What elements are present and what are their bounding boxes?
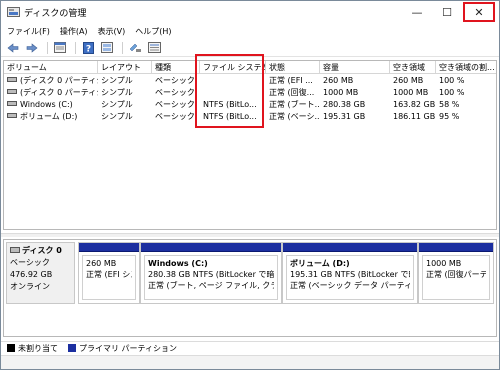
cell-type: ベーシック xyxy=(155,76,195,85)
status-bar xyxy=(1,355,499,369)
legend-swatch-primary xyxy=(68,344,76,352)
refresh-icon[interactable] xyxy=(99,41,115,55)
disk-size: 476.92 GB xyxy=(10,270,53,279)
cell-capacity: 195.31 GB xyxy=(323,112,366,121)
cell-layout: シンプル xyxy=(101,112,133,121)
partition-recovery[interactable]: 1000 MB 正常 (回復パーティ xyxy=(418,242,494,304)
legend: 未割り当て プライマリ パーティション xyxy=(1,341,499,354)
cell-layout: シンプル xyxy=(101,76,133,85)
window-title: ディスクの管理 xyxy=(24,9,87,19)
cell-status: 正常 (ベーシ... xyxy=(269,112,320,121)
partition-status: 正常 (ブート, ページ ファイル, クラッシュ ダ xyxy=(148,281,274,290)
cell-status: 正常 (EFI ... xyxy=(269,76,313,85)
help-icon[interactable]: ? xyxy=(80,41,96,55)
cell-capacity: 280.38 GB xyxy=(323,100,366,109)
column-header-capacity[interactable]: 容量 xyxy=(320,61,390,74)
column-header-volume[interactable]: ボリューム xyxy=(4,61,98,74)
legend-swatch-unallocated xyxy=(7,344,15,352)
cell-free: 186.11 GB xyxy=(393,112,436,121)
disk-icon xyxy=(10,247,20,253)
menu-action[interactable]: 操作(A) xyxy=(60,26,88,37)
legend-label-unallocated: 未割り当て xyxy=(18,343,58,353)
close-button-highlight xyxy=(463,2,495,22)
cell-type: ベーシック xyxy=(155,112,195,121)
cell-capacity: 1000 MB xyxy=(323,88,359,97)
partition-bar xyxy=(283,243,417,252)
cell-capacity: 260 MB xyxy=(323,76,354,85)
volume-icon xyxy=(7,101,17,106)
cell-volume: (ディスク 0 パーティショ... xyxy=(20,88,98,97)
legend-label-primary: プライマリ パーティション xyxy=(79,343,178,353)
cell-volume: ボリューム (D:) xyxy=(20,112,78,121)
column-header-free[interactable]: 空き領域 xyxy=(390,61,436,74)
partition-status: 正常 (回復パーティ xyxy=(426,270,486,279)
properties-icon[interactable] xyxy=(52,41,68,55)
svg-text:?: ? xyxy=(85,44,90,54)
menu-bar: ファイル(F) 操作(A) 表示(V) ヘルプ(H) xyxy=(1,23,499,39)
column-header-free-percent[interactable]: 空き領域の割... xyxy=(436,61,496,74)
volume-icon xyxy=(7,113,17,118)
cell-free: 163.82 GB xyxy=(393,100,436,109)
maximize-button[interactable]: ☐ xyxy=(433,1,461,23)
toolbar-separator xyxy=(75,41,76,54)
cell-volume: Windows (C:) xyxy=(20,100,73,109)
cell-layout: シンプル xyxy=(101,100,133,109)
partition-title: ボリューム (D:) xyxy=(290,259,350,268)
partition-volume-d[interactable]: ボリューム (D:) 195.31 GB NTFS (BitLocker で暗号… xyxy=(282,242,418,304)
column-header-type[interactable]: 種類 xyxy=(152,61,200,74)
partition-bar xyxy=(79,243,139,252)
partition-windows-c[interactable]: Windows (C:) 280.38 GB NTFS (BitLocker で… xyxy=(140,242,282,304)
cell-layout: シンプル xyxy=(101,88,133,97)
partition-bar xyxy=(419,243,493,252)
toolbar-separator xyxy=(122,41,123,54)
forward-arrow-icon[interactable] xyxy=(24,41,40,55)
disk-0-label[interactable]: ディスク 0 ベーシック 476.92 GB オンライン xyxy=(6,242,75,304)
disk-graphical-view: ディスク 0 ベーシック 476.92 GB オンライン 260 MB 正常 (… xyxy=(3,239,497,337)
volume-icon xyxy=(7,77,17,82)
cell-status: 正常 (回復... xyxy=(269,88,315,97)
cell-free: 1000 MB xyxy=(393,88,429,97)
disk-management-icon xyxy=(7,7,20,17)
back-arrow-icon[interactable] xyxy=(5,41,21,55)
cell-free: 260 MB xyxy=(393,76,424,85)
partition-status: 正常 (ベーシック データ パーティション) xyxy=(290,281,410,290)
pane-splitter[interactable] xyxy=(1,233,499,237)
cell-status: 正常 (ブート... xyxy=(269,100,320,109)
disk-name: ディスク 0 xyxy=(22,246,62,255)
filesystem-column-highlight xyxy=(195,54,264,128)
partition-size: 280.38 GB NTFS (BitLocker で暗号化 xyxy=(148,270,274,279)
disk-state: オンライン xyxy=(10,282,50,291)
minimize-button[interactable]: — xyxy=(403,1,431,23)
cell-volume: (ディスク 0 パーティショ... xyxy=(20,76,98,85)
partition-size: 1000 MB xyxy=(426,259,462,268)
partition-size: 260 MB xyxy=(86,259,117,268)
partition-size: 195.31 GB NTFS (BitLocker で暗号化 xyxy=(290,270,410,279)
cell-free-percent: 58 % xyxy=(439,100,460,109)
view-icon[interactable] xyxy=(146,41,162,55)
disk-management-window: ディスクの管理 — ☐ ✕ ファイル(F) 操作(A) 表示(V) ヘルプ(H)… xyxy=(0,0,500,370)
partition-bar xyxy=(141,243,281,252)
toolbar-separator xyxy=(47,41,48,54)
disk-type: ベーシック xyxy=(10,258,50,267)
partition-status: 正常 (EFI システ xyxy=(86,270,132,279)
disk-view-icon[interactable] xyxy=(127,41,143,55)
cell-type: ベーシック xyxy=(155,88,195,97)
column-header-status[interactable]: 状態 xyxy=(266,61,320,74)
title-bar: ディスクの管理 — ☐ ✕ xyxy=(1,1,499,23)
cell-free-percent: 95 % xyxy=(439,112,460,121)
menu-help[interactable]: ヘルプ(H) xyxy=(135,26,171,37)
column-header-layout[interactable]: レイアウト xyxy=(98,61,152,74)
cell-free-percent: 100 % xyxy=(439,88,465,97)
cell-free-percent: 100 % xyxy=(439,76,465,85)
menu-view[interactable]: 表示(V) xyxy=(98,26,126,37)
volume-icon xyxy=(7,89,17,94)
partition-title: Windows (C:) xyxy=(148,259,208,268)
cell-type: ベーシック xyxy=(155,100,195,109)
partition-efi[interactable]: 260 MB 正常 (EFI システ xyxy=(78,242,140,304)
menu-file[interactable]: ファイル(F) xyxy=(7,26,50,37)
